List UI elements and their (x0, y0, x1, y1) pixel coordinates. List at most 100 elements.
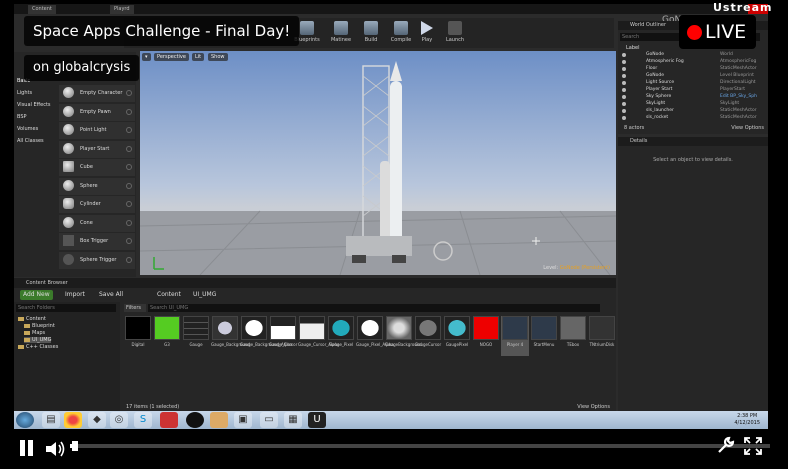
placeable-point-light[interactable]: Point Light (59, 122, 135, 139)
visibility-eye-icon[interactable] (622, 116, 626, 120)
asset-tile[interactable]: Gauge_Cursor_Alpha (298, 316, 340, 356)
outliner-row[interactable]: Player Start PlayerStart (618, 87, 768, 93)
visibility-eye-icon[interactable] (622, 95, 626, 99)
show-button[interactable]: Show (208, 53, 228, 61)
outliner-row[interactable]: Floor StaticMeshActor (618, 66, 768, 72)
toolbar-launch[interactable]: Launch (440, 19, 470, 47)
skype-icon[interactable]: S (134, 412, 152, 428)
category-bsp[interactable]: BSP (17, 114, 27, 120)
lit-button[interactable]: Lit (192, 53, 205, 61)
asset-tile[interactable]: StartMenu (530, 316, 558, 356)
tab-content[interactable]: Content (28, 5, 56, 14)
placeable-empty-pawn[interactable]: Empty Pawn (59, 104, 135, 121)
outliner-row[interactable]: SkyLight SkyLight (618, 101, 768, 107)
folder-icon[interactable] (210, 412, 228, 428)
visibility-eye-icon[interactable] (622, 102, 626, 106)
asset-tile-selected[interactable]: Player 4 (501, 316, 529, 356)
tree-blueprint[interactable]: Blueprint (24, 323, 55, 329)
category-lights[interactable]: Lights (17, 90, 32, 96)
network-icon[interactable]: ◎ (110, 412, 128, 428)
tree-content[interactable]: Content (18, 316, 46, 322)
explorer-icon[interactable]: ▤ (42, 412, 60, 428)
placeable-sphere-trigger[interactable]: Sphere Trigger (59, 252, 135, 269)
dropbox-icon[interactable]: ◆ (88, 412, 106, 428)
outliner-row[interactable]: Light Source DirectionalLight (618, 80, 768, 86)
asset-search-input[interactable]: Search UI_UMG (148, 304, 600, 312)
outliner-row[interactable]: GoNode Level Blueprint (618, 73, 768, 79)
outliner-row[interactable]: sls_launcher StaticMeshActor (618, 108, 768, 114)
placeable-box-trigger[interactable]: Box Trigger (59, 233, 135, 250)
tree-cpp-classes[interactable]: C++ Classes (18, 344, 58, 350)
seek-handle[interactable] (72, 441, 78, 451)
start-button-icon[interactable] (16, 412, 34, 428)
filters-button[interactable]: Filters (124, 304, 146, 312)
steam-icon[interactable] (186, 412, 204, 428)
asset-tile[interactable]: TNtriumDisk (588, 316, 616, 356)
placeable-cone[interactable]: Cone (59, 215, 135, 232)
asset-tile[interactable]: Gauge (182, 316, 210, 356)
tree-maps[interactable]: Maps (24, 330, 45, 336)
breadcrumb-content[interactable]: Content (154, 290, 184, 300)
placeable-player-start[interactable]: Player Start (59, 141, 135, 158)
visibility-eye-icon[interactable] (622, 60, 626, 64)
app-window-icon[interactable]: ▭ (260, 412, 278, 428)
placeable-sphere[interactable]: Sphere (59, 178, 135, 195)
asset-tile[interactable]: GaugeCursor (414, 316, 442, 356)
folder-search-input[interactable]: Search Folders (16, 304, 116, 312)
viewport-options-button[interactable]: ▾ (142, 53, 151, 61)
toolbar-build[interactable]: Build (356, 19, 386, 47)
add-new-button[interactable]: Add New (20, 290, 53, 300)
level-viewport[interactable]: ▾ Perspective Lit Show Level: GoNode (Pe… (140, 51, 616, 275)
visibility-eye-icon[interactable] (622, 81, 626, 85)
pause-button[interactable] (17, 440, 35, 458)
asset-tile[interactable]: Gauge_Background_Alpha (240, 316, 292, 356)
visibility-eye-icon[interactable] (622, 67, 626, 71)
asset-tile[interactable]: Digital (124, 316, 152, 356)
tab-playrd[interactable]: Playrd (110, 5, 134, 14)
asset-tile[interactable]: Gauge_Pixel (327, 316, 355, 356)
app-monitor-icon[interactable]: ▦ (284, 412, 302, 428)
placeable-cylinder[interactable]: Cylinder (59, 196, 135, 213)
asset-tile[interactable]: GaugeBackground (385, 316, 422, 356)
placeable-empty-character[interactable]: Empty Character (59, 85, 135, 102)
matinee-icon (334, 21, 348, 35)
import-button[interactable]: Import (62, 290, 88, 300)
asset-tile[interactable]: G3 (153, 316, 181, 356)
wrench-settings-icon[interactable] (716, 435, 736, 455)
placeable-cube[interactable]: Cube (59, 159, 135, 176)
compile-icon (394, 21, 408, 35)
volume-icon[interactable] (44, 439, 68, 459)
save-all-button[interactable]: Save All (96, 290, 126, 300)
toolbar-matinee[interactable]: Matinee (326, 19, 356, 47)
visibility-eye-icon[interactable] (622, 53, 626, 57)
category-volumes[interactable]: Volumes (17, 126, 38, 132)
asset-tile[interactable]: TEbox (559, 316, 587, 356)
app-icon[interactable] (160, 412, 178, 428)
perspective-button[interactable]: Perspective (154, 53, 189, 61)
outliner-row[interactable]: Sky Sphere Edit BP_Sky_Sph (618, 94, 768, 100)
visibility-eye-icon[interactable] (622, 88, 626, 92)
visibility-eye-icon[interactable] (622, 109, 626, 113)
asset-view-options[interactable]: View Options (577, 404, 610, 410)
category-all-classes[interactable]: All Classes (17, 138, 44, 144)
breadcrumb-ui-umg[interactable]: UI_UMG (190, 290, 219, 300)
seek-bar[interactable] (70, 444, 770, 448)
outliner-row[interactable]: Atmospheric Fog AtmosphericFog (618, 59, 768, 65)
outliner-row[interactable]: GoNode World (618, 52, 768, 58)
chrome-icon[interactable] (64, 412, 82, 428)
category-visual-effects[interactable]: Visual Effects (17, 102, 51, 108)
content-browser-tab[interactable]: Content Browser (14, 278, 616, 288)
asset-tile[interactable]: NOGO (472, 316, 500, 356)
asset-tile[interactable]: Gauge_Background (211, 316, 250, 356)
toolbar-play[interactable]: Play (412, 19, 442, 47)
fullscreen-icon[interactable] (744, 437, 762, 455)
asset-tile[interactable]: Gauge_Pixel_Alpha (356, 316, 394, 356)
tree-ui-umg[interactable]: UI_UMG (24, 337, 52, 343)
visibility-eye-icon[interactable] (622, 74, 626, 78)
outliner-row[interactable]: sls_rocket StaticMeshActor (618, 115, 768, 121)
asset-tile[interactable]: GaugePixel (443, 316, 471, 356)
terminal-icon[interactable]: ▣ (234, 412, 252, 428)
unreal-engine-icon[interactable]: U (308, 412, 326, 428)
outliner-view-options[interactable]: View Options (731, 125, 764, 131)
asset-tile[interactable]: Gauge_Cursor (269, 316, 297, 356)
